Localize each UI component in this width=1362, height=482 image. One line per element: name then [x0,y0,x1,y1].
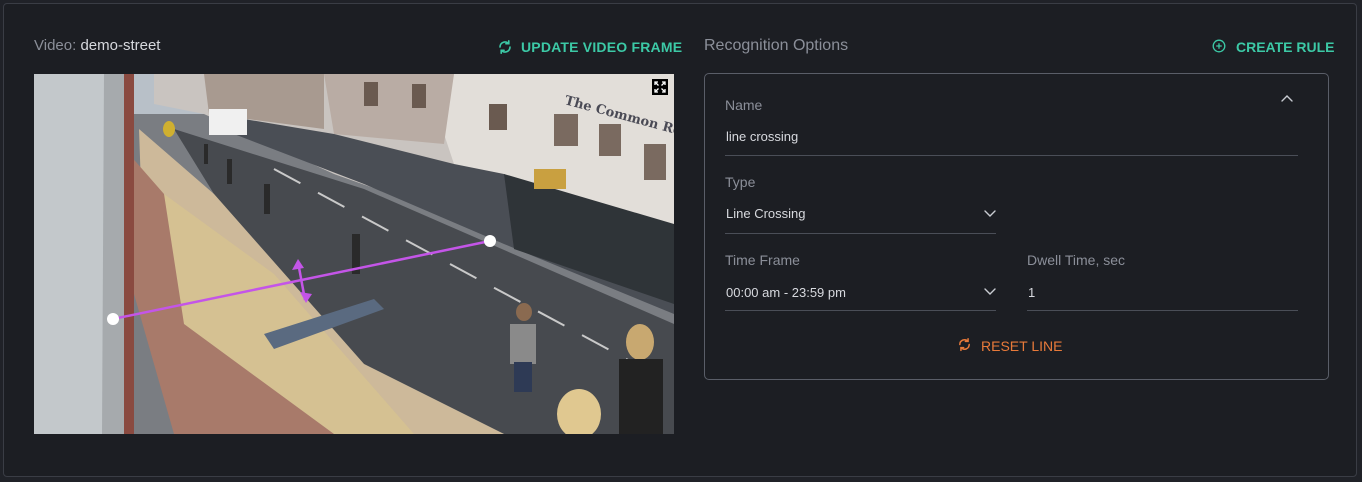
street-scene-image: The Common Room [34,74,674,434]
recognition-options-title: Recognition Options [704,37,849,54]
type-underline [725,233,996,234]
chevron-up-icon [1281,95,1293,102]
dwell-time-value: 1 [1028,285,1036,300]
time-frame-value: 00:00 am - 23:59 pm [726,285,846,300]
update-video-frame-label: UPDATE VIDEO FRAME [521,39,683,55]
create-rule-label: CREATE RULE [1236,39,1335,55]
plus-circle-icon [1212,39,1226,56]
fullscreen-button[interactable] [652,79,668,95]
refresh-icon [497,39,513,55]
type-label: Type [725,174,756,190]
collapse-rule-button[interactable] [1280,92,1294,106]
update-video-frame-button[interactable]: UPDATE VIDEO FRAME [497,37,682,57]
type-value: Line Crossing [726,206,806,221]
name-label: Name [725,97,763,113]
time-frame-select[interactable]: 00:00 am - 23:59 pm [725,280,996,310]
reset-line-label: RESET LINE [981,338,1063,354]
chevron-down-icon [984,210,996,217]
video-frame[interactable]: The Common Room [34,74,674,434]
dwell-time-underline [1027,310,1298,311]
reset-line-button[interactable]: RESET LINE [957,337,1062,355]
dwell-time-label: Dwell Time, sec [1027,252,1126,268]
video-title: Video: demo-street [34,37,160,54]
time-frame-label: Time Frame [725,252,800,268]
line-start-handle [107,313,119,325]
name-underline [725,155,1298,156]
video-label: Video: [34,37,77,54]
refresh-icon [957,337,972,355]
dwell-time-input[interactable]: 1 [1027,280,1298,310]
time-frame-underline [725,310,996,311]
video-name: demo-street [80,37,161,54]
name-input[interactable]: line crossing [725,124,1298,154]
chevron-down-icon [984,288,996,295]
type-select[interactable]: Line Crossing [725,201,996,231]
create-rule-button[interactable]: CREATE RULE [1212,38,1335,56]
name-value: line crossing [726,129,799,144]
line-end-handle [484,235,496,247]
expand-icon [654,81,666,93]
